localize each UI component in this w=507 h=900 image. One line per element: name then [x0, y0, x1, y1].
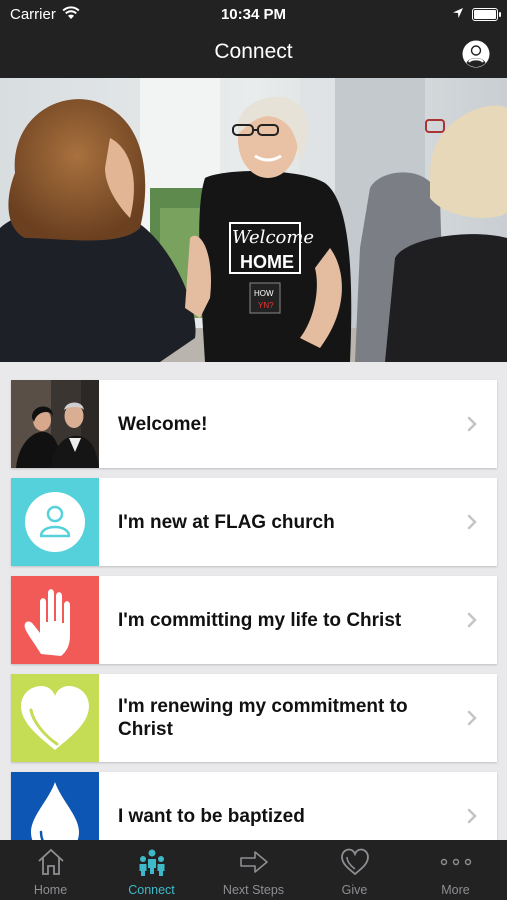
tab-label: Connect: [128, 883, 175, 897]
people-icon: [139, 849, 165, 876]
svg-text:HOW: HOW: [254, 289, 274, 298]
arrow-right-icon: [240, 851, 268, 873]
chevron-right-icon: [467, 808, 477, 824]
list-item-label: Welcome!: [118, 413, 208, 435]
page-title: Connect: [214, 40, 293, 63]
tab-home[interactable]: Home: [0, 840, 101, 900]
list-item-welcome[interactable]: Welcome!: [11, 380, 497, 468]
list-item-baptized[interactable]: I want to be baptized: [11, 772, 497, 840]
tab-bar: Home Connect Next Steps Give More: [0, 840, 507, 900]
list-item-label: I'm renewing my commitment to Christ: [118, 696, 408, 740]
more-icon: [440, 858, 472, 866]
chevron-right-icon: [467, 514, 477, 530]
list-item-new-at-church[interactable]: I'm new at FLAG church: [11, 478, 497, 566]
tab-more[interactable]: More: [405, 840, 506, 900]
heart-icon: [11, 674, 99, 762]
tab-give[interactable]: Give: [304, 840, 405, 900]
list-item-committing-life[interactable]: I'm committing my life to Christ: [11, 576, 497, 664]
navigation-bar: Connect: [0, 30, 507, 78]
status-bar: Carrier 10:34 PM: [0, 0, 507, 30]
svg-text:HOME: HOME: [240, 252, 294, 272]
person-icon: [11, 478, 99, 566]
couple-photo-thumbnail: [11, 380, 99, 468]
tab-label: Next Steps: [222, 883, 285, 897]
clock: 10:34 PM: [220, 6, 287, 23]
chevron-right-icon: [467, 416, 477, 432]
chevron-right-icon: [467, 612, 477, 628]
svg-text:Welcome: Welcome: [232, 227, 314, 248]
connect-list: Welcome! I'm new at FLAG church I'm comm…: [0, 362, 507, 840]
user-circle-icon[interactable]: [462, 40, 490, 68]
location-arrow-icon: [453, 8, 463, 18]
hero-photo: Welcome HOME HOW YN?: [0, 78, 507, 362]
tab-next-steps[interactable]: Next Steps: [203, 840, 304, 900]
list-item-renewing-commitment[interactable]: I'm renewing my commitment to Christ: [11, 674, 497, 762]
list-item-label: I want to be baptized: [118, 805, 305, 827]
tab-label: Home: [33, 883, 68, 897]
hand-icon: [11, 576, 99, 664]
list-item-label: I'm new at FLAG church: [118, 511, 335, 533]
svg-text:YN?: YN?: [258, 301, 274, 310]
home-icon: [38, 848, 64, 875]
tab-connect[interactable]: Connect: [101, 840, 202, 900]
battery-icon: [472, 8, 501, 21]
water-drop-icon: [11, 772, 99, 840]
tab-label: More: [441, 883, 470, 897]
heart-icon: [341, 848, 369, 876]
tab-label: Give: [341, 883, 368, 897]
list-item-label: I'm committing my life to Christ: [118, 609, 402, 631]
chevron-right-icon: [467, 710, 477, 726]
